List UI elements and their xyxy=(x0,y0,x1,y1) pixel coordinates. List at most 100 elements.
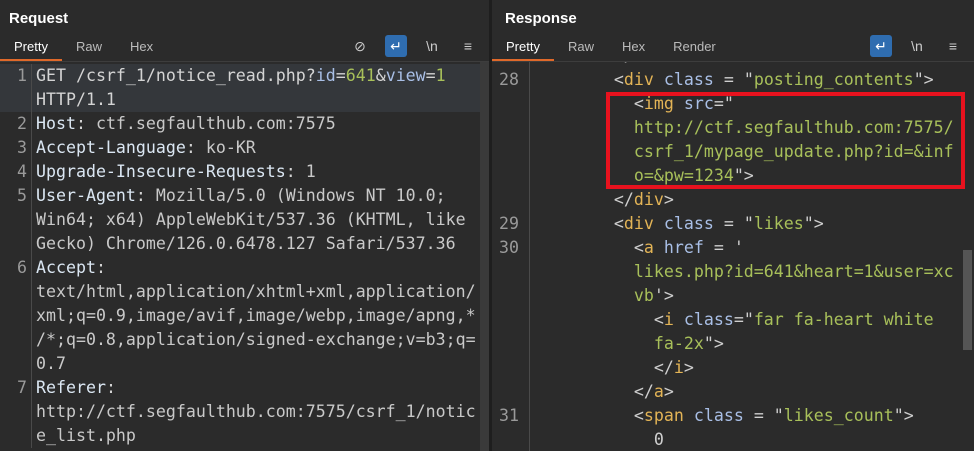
line-number: 28 xyxy=(492,68,530,92)
code-token: 0 xyxy=(534,430,664,449)
line-text: Win64; x64) AppleWebKit/537.36 (KHTML, l… xyxy=(32,208,466,232)
code-token: class xyxy=(653,70,714,89)
code-line: /*;q=0.8,application/signed-exchange;v=b… xyxy=(0,328,489,352)
code-token: class xyxy=(653,214,714,233)
tab-pretty[interactable]: Pretty xyxy=(492,36,554,62)
line-number xyxy=(0,208,32,232)
code-token: =" xyxy=(733,310,754,329)
tab-render[interactable]: Render xyxy=(659,36,730,62)
code-line: Win64; x64) AppleWebKit/537.36 (KHTML, l… xyxy=(0,208,489,232)
code-token: class xyxy=(673,310,734,329)
newline-toggle-icon[interactable]: \n xyxy=(906,35,928,57)
line-number xyxy=(0,232,32,256)
code-line: 6 Accept: xyxy=(0,256,489,280)
tab-raw[interactable]: Raw xyxy=(554,36,608,62)
line-text: <div class = "likes"> xyxy=(530,212,824,236)
line-text: <i class="far fa-heart white xyxy=(530,308,934,332)
tab-raw[interactable]: Raw xyxy=(62,36,116,62)
menu-icon[interactable]: ≡ xyxy=(457,35,479,57)
code-token: = xyxy=(335,66,346,85)
code-token: ctf.segfaulthub.com:7575 xyxy=(95,114,336,133)
code-token: i xyxy=(673,358,684,377)
tab-pretty[interactable]: Pretty xyxy=(0,36,62,62)
code-token: = " xyxy=(713,214,754,233)
line-text: </a> xyxy=(530,380,674,404)
code-token: view xyxy=(385,66,426,85)
word-wrap-icon[interactable]: ↵ xyxy=(385,35,407,57)
code-line: 0.7 xyxy=(0,352,489,376)
code-token: text/html,application/xhtml+xml,applicat… xyxy=(36,282,476,301)
line-number xyxy=(492,92,530,116)
code-token: Accept xyxy=(36,258,96,277)
line-number xyxy=(0,424,32,448)
line-text: 0 xyxy=(530,428,664,451)
request-scrollbar[interactable] xyxy=(480,62,489,451)
code-token: < xyxy=(534,214,624,233)
code-line: HTTP/1.1 xyxy=(0,88,489,112)
divider xyxy=(492,61,974,62)
code-token: </ xyxy=(534,190,634,209)
code-token: "> xyxy=(803,214,824,233)
response-title: Response xyxy=(505,10,577,27)
code-token: < xyxy=(534,406,644,425)
code-token: > xyxy=(663,190,674,209)
line-text: text/html,application/xhtml+xml,applicat… xyxy=(32,280,476,304)
line-text: e_list.php xyxy=(32,424,136,448)
tab-hex[interactable]: Hex xyxy=(608,36,659,62)
line-text: Accept: xyxy=(32,256,106,280)
line-number xyxy=(492,116,530,140)
line-text: GET /csrf_1/notice_read.php?id=641&view=… xyxy=(32,64,446,88)
code-token: likes_count xyxy=(783,406,894,425)
request-editor[interactable]: 1 GET /csrf_1/notice_read.php?id=641&view… xyxy=(0,62,489,451)
word-wrap-icon[interactable]: ↵ xyxy=(870,35,892,57)
code-line: fa-2x"> xyxy=(492,332,974,356)
tab-hex[interactable]: Hex xyxy=(116,36,167,62)
line-text: <div class = "posting_contents"> xyxy=(530,68,934,92)
code-token: Referer xyxy=(36,378,106,397)
code-token: = xyxy=(425,66,436,85)
line-number xyxy=(0,88,32,112)
line-number: 31 xyxy=(492,404,530,428)
code-line: vb'> xyxy=(492,284,974,308)
code-line: 7 Referer: xyxy=(0,376,489,400)
newline-toggle-icon[interactable]: \n xyxy=(421,35,443,57)
code-token: div xyxy=(623,214,654,233)
code-token: > xyxy=(663,382,674,401)
code-token: : xyxy=(135,186,156,205)
code-token: a xyxy=(643,238,654,257)
code-token: Upgrade-Insecure-Requests xyxy=(36,162,286,181)
highlight-annotation-box xyxy=(606,92,965,189)
code-line: 0 xyxy=(492,428,974,451)
line-number: 4 xyxy=(0,160,32,184)
code-token: = ' xyxy=(703,238,744,257)
code-token: Host xyxy=(36,114,76,133)
line-number xyxy=(492,140,530,164)
code-line: 31 <span class = "likes_count"> xyxy=(492,404,974,428)
code-line: likes.php?id=641&heart=1&user=xc xyxy=(492,260,974,284)
code-token: likes xyxy=(753,214,804,233)
code-token: posting_contents xyxy=(753,70,914,89)
menu-icon[interactable]: ≡ xyxy=(942,35,964,57)
code-token: fa-2x xyxy=(534,334,704,353)
code-token: : xyxy=(285,162,306,181)
code-token: xml;q=0.9,image/avif,image/webp,image/ap… xyxy=(36,306,476,325)
code-line: </i> xyxy=(492,356,974,380)
code-line: 3 Accept-Language: ko-KR xyxy=(0,136,489,160)
line-number xyxy=(492,260,530,284)
code-token: 1 xyxy=(305,162,316,181)
response-scrollbar-thumb[interactable] xyxy=(963,250,972,350)
code-token: GET /csrf_1/notice_read.php? xyxy=(36,66,316,85)
code-token: "> xyxy=(893,406,914,425)
code-token: & xyxy=(375,66,386,85)
code-token: < xyxy=(534,238,644,257)
code-line: 30 <a href = ' xyxy=(492,236,974,260)
code-line: 1 GET /csrf_1/notice_read.php?id=641&view… xyxy=(0,64,489,88)
code-token: : xyxy=(75,114,96,133)
hide-eye-slash-icon[interactable]: ⊘ xyxy=(349,35,371,57)
request-title: Request xyxy=(9,10,69,27)
line-text: <a href = ' xyxy=(530,236,744,260)
line-text: http://ctf.segfaulthub.com:7575/csrf_1/n… xyxy=(32,400,476,424)
line-number: 1 xyxy=(0,64,32,88)
line-text: /*;q=0.8,application/signed-exchange;v=b… xyxy=(32,328,476,352)
line-text: User-Agent: Mozilla/5.0 (Windows NT 10.0… xyxy=(32,184,446,208)
